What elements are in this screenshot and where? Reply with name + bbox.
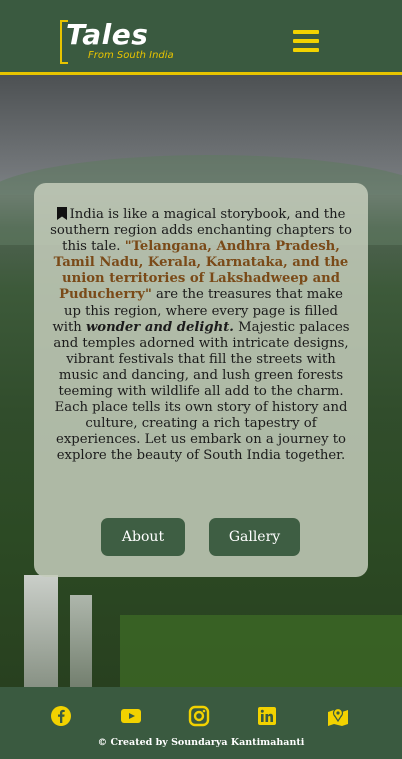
site-footer: © Created by Soundarya Kantimahanti (0, 687, 402, 759)
intro-card: India is like a magical storybook, and t… (34, 183, 368, 577)
site-header: Tales From South India (0, 0, 402, 75)
instagram-icon[interactable] (188, 705, 210, 727)
map-icon[interactable] (327, 705, 349, 727)
gallery-button[interactable]: Gallery (209, 518, 300, 556)
facebook-icon[interactable] (50, 705, 72, 727)
linkedin-icon[interactable] (256, 705, 278, 727)
site-logo[interactable]: Tales From South India (60, 18, 190, 66)
intro-paragraph: India is like a magical storybook, and t… (50, 207, 352, 465)
intro-text-3: Majestic palaces and temples adorned wit… (53, 319, 350, 464)
social-icons (0, 705, 402, 729)
logo-title: Tales (66, 18, 149, 51)
hamburger-menu-icon[interactable] (293, 30, 319, 52)
bookmark-icon (56, 207, 67, 220)
logo-subtitle: From South India (88, 50, 174, 61)
wonder-emphasis: wonder and delight. (85, 319, 234, 335)
footer-credit: © Created by Soundarya Kantimahanti (97, 737, 305, 748)
youtube-icon[interactable] (120, 705, 142, 727)
about-button[interactable]: About (101, 518, 185, 556)
